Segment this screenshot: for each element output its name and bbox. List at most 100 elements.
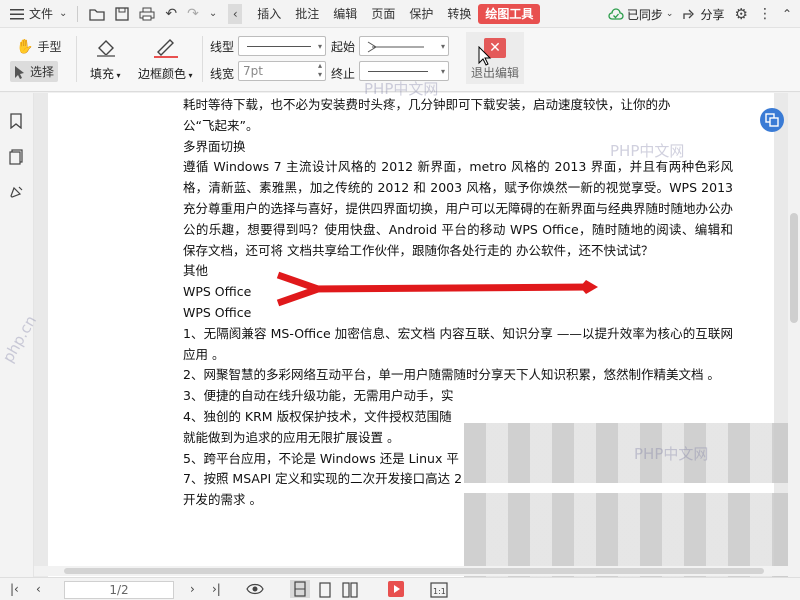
tab-page[interactable]: 页面 <box>364 4 402 24</box>
list-item[interactable]: 7、按照 MSAPI 定义和实现的二次开发接口高达 2 <box>183 469 733 490</box>
start-arrow-label: 起始 <box>331 40 356 54</box>
scroll-thumb[interactable] <box>64 568 764 574</box>
fill-bucket-icon <box>95 38 117 58</box>
ribbon-divider <box>202 36 203 82</box>
start-arrow-dropdown[interactable]: ▾ <box>359 36 449 56</box>
redo-icon[interactable]: ↷ <box>187 6 199 22</box>
scroll-thumb[interactable] <box>790 213 798 323</box>
fill-label: 填充 ▾ <box>90 65 121 82</box>
actual-size-icon[interactable]: 1:1 <box>430 582 448 598</box>
hand-tool-label: 手型 <box>37 40 62 54</box>
chevron-down-icon: ▾ <box>186 71 193 80</box>
hand-tool-button[interactable]: ✋ 手型 <box>16 38 61 55</box>
next-page-icon[interactable]: › <box>190 582 195 596</box>
ribbon-tabs: 插入 批注 编辑 页面 保护 转换 绘图工具 <box>250 0 541 28</box>
mouse-cursor-icon <box>478 46 492 66</box>
left-rail <box>0 93 34 577</box>
two-page-view-icon[interactable] <box>342 582 358 598</box>
menu-bar: 文件 ⌄ ↶ ↷ ⌄ ‹ 插入 批注 编辑 页面 保护 转换 绘图工具 已同步 … <box>0 0 800 28</box>
vertical-scrollbar[interactable] <box>788 93 800 577</box>
fill-label-text: 填充 <box>90 67 115 81</box>
hand-icon: ✋ <box>16 38 34 55</box>
tab-protect[interactable]: 保护 <box>402 4 440 24</box>
document-page[interactable]: 耗时等待下载，也不必为安装费时头疼，几分钟即可下载安装，启动速度较快，让你的办 … <box>48 93 774 577</box>
select-tool-button[interactable]: 选择 <box>10 61 59 82</box>
svg-text:1:1: 1:1 <box>433 587 446 596</box>
page-indicator[interactable]: 1/2 <box>64 581 174 599</box>
list-item[interactable]: 1、无隔阂兼容 MS-Office 加密信息、宏文档 内容互联、知识分享 ——以… <box>183 324 733 366</box>
chevron-down-icon: ⌄ <box>59 8 68 19</box>
single-page-view-icon[interactable] <box>290 580 310 598</box>
menu-divider <box>77 5 79 22</box>
border-color-label-text: 边框颜色 <box>138 67 187 81</box>
list-item[interactable]: 就能做到为追求的应用无限扩展设置 。 <box>183 428 733 449</box>
exit-edit-button[interactable]: ✕ 退出编辑 <box>466 32 524 84</box>
chevron-down-icon: ▾ <box>440 67 445 76</box>
page-indicator-text: 1/2 <box>109 583 129 597</box>
eye-icon[interactable] <box>246 582 264 596</box>
cloud-check-icon <box>608 8 624 20</box>
stepper-up-icon[interactable]: ▴ <box>318 61 322 70</box>
document-canvas: 耗时等待下载，也不必为安装费时头疼，几分钟即可下载安装，启动速度较快，让你的办 … <box>34 93 788 577</box>
list-item[interactable]: 开发的需求 。 <box>183 490 733 511</box>
bookmark-icon[interactable] <box>9 113 23 129</box>
list-item[interactable]: 4、独创的 KRM 版权保护技术，文件授权范围随 <box>183 407 733 428</box>
file-menu-label: 文件 <box>29 7 54 21</box>
tab-review[interactable]: 批注 <box>288 4 326 24</box>
paragraph[interactable]: 公“飞起来”。 <box>183 116 733 137</box>
tab-convert[interactable]: 转换 <box>440 4 478 24</box>
print-icon[interactable] <box>139 7 155 21</box>
fill-button[interactable]: 填充 ▾ <box>88 36 128 84</box>
border-color-button[interactable]: 边框颜色 ▾ <box>136 36 198 84</box>
share-button[interactable]: 分享 <box>683 6 724 23</box>
prev-page-icon[interactable]: ‹ <box>36 582 41 596</box>
select-tool-label: 选择 <box>30 65 55 79</box>
signature-icon[interactable] <box>9 183 25 199</box>
tab-edit[interactable]: 编辑 <box>326 4 364 24</box>
heading[interactable]: 多界面切换 <box>183 137 733 158</box>
line-width-value: 7pt <box>243 64 263 78</box>
share-icon <box>683 8 697 20</box>
share-label: 分享 <box>700 7 725 22</box>
paragraph[interactable]: 遵循 Windows 7 主流设计风格的 2012 新界面，metro 风格的 … <box>183 157 733 261</box>
tab-insert[interactable]: 插入 <box>250 4 288 24</box>
first-page-icon[interactable]: |‹ <box>10 582 19 596</box>
list-item[interactable]: 5、跨平台应用，不论是 Windows 还是 Linux 平 <box>183 449 733 470</box>
last-page-icon[interactable]: ›| <box>212 582 221 596</box>
collapse-up-icon[interactable]: ⌃ <box>782 7 792 21</box>
more-icon[interactable]: ⋮ <box>758 6 772 22</box>
play-icon[interactable] <box>388 581 404 597</box>
end-arrow-dropdown[interactable]: ▾ <box>359 61 449 81</box>
line-width-input[interactable]: 7pt ▴ ▾ <box>238 61 326 81</box>
undo-icon[interactable]: ↶ <box>165 6 177 22</box>
save-icon[interactable] <box>115 6 130 21</box>
list-item[interactable]: 3、便捷的自动在线升级功能，无需用户动手，实 <box>183 386 733 407</box>
line-type-label: 线型 <box>210 40 235 54</box>
chevron-down-icon: ▾ <box>114 71 121 80</box>
pages-icon[interactable] <box>9 149 23 165</box>
chevron-down-icon[interactable]: ⌄ <box>209 8 217 19</box>
top-right-group: 已同步 ⌄ 分享 ⚙ ⋮ ⌃ <box>608 0 792 28</box>
line-width-label: 线宽 <box>210 67 235 81</box>
drawing-tools-ribbon: ✋ 手型 选择 填充 ▾ 边框颜色 ▾ 线型 ▾ 线宽 7pt ▴ ▾ 起始 ▾… <box>0 28 800 92</box>
paragraph[interactable]: 耗时等待下载，也不必为安装费时头疼，几分钟即可下载安装，启动速度较快，让你的办 <box>183 95 733 116</box>
red-arrow-shape[interactable] <box>260 271 620 313</box>
horizontal-scrollbar[interactable] <box>34 566 788 576</box>
chevron-left-icon[interactable]: ‹ <box>228 3 243 24</box>
file-menu[interactable]: 文件 ⌄ <box>6 3 71 25</box>
chevron-down-icon: ▾ <box>317 42 322 51</box>
tab-drawing-tools[interactable]: 绘图工具 <box>478 3 541 24</box>
gear-icon[interactable]: ⚙ <box>734 5 747 23</box>
exit-edit-label: 退出编辑 <box>470 66 519 80</box>
convert-icon <box>765 113 779 127</box>
stepper-down-icon[interactable]: ▾ <box>318 70 322 79</box>
page-view-icon[interactable] <box>318 582 332 598</box>
sync-label: 已同步 <box>626 7 663 22</box>
line-type-dropdown[interactable]: ▾ <box>238 36 326 56</box>
sync-status[interactable]: 已同步 ⌄ <box>608 6 673 23</box>
open-folder-icon[interactable] <box>89 7 106 21</box>
list-item[interactable]: 2、网聚智慧的多彩网络互动平台，单一用户随需随时分享天下人知识积累，悠然制作精美… <box>183 365 733 386</box>
pen-line-icon <box>154 38 178 58</box>
ribbon-divider <box>76 36 77 82</box>
floating-convert-button[interactable] <box>760 108 784 132</box>
